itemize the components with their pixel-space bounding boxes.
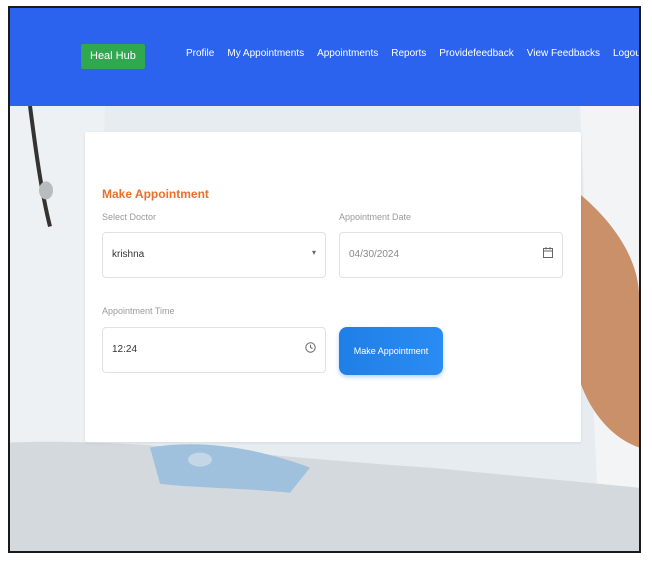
calendar-icon[interactable] <box>543 247 553 261</box>
chevron-down-icon: ▾ <box>311 248 316 257</box>
form-title: Make Appointment <box>102 187 209 201</box>
nav-links: Profile My Appointments Appointments Rep… <box>186 48 639 59</box>
time-input-value: 12:24 <box>112 344 138 355</box>
date-input[interactable]: 04/30/2024 <box>339 232 563 278</box>
time-label: Appointment Time <box>102 306 175 316</box>
doctor-select-value: krishna <box>112 249 145 260</box>
doctor-select[interactable]: krishna ▾ <box>102 232 326 278</box>
brand-logo[interactable]: Heal Hub <box>81 44 145 69</box>
appointment-form-card: Make Appointment Select Doctor krishna ▾… <box>85 132 581 442</box>
nav-link-logout[interactable]: Logout <box>613 48 639 59</box>
top-navbar: Heal Hub Profile My Appointments Appoint… <box>10 8 639 106</box>
nav-link-view-feedbacks[interactable]: View Feedbacks <box>527 48 600 59</box>
browser-frame: Heal Hub Profile My Appointments Appoint… <box>8 6 641 553</box>
nav-link-appointments[interactable]: Appointments <box>317 48 378 59</box>
nav-link-profile[interactable]: Profile <box>186 48 214 59</box>
nav-link-reports[interactable]: Reports <box>391 48 426 59</box>
date-input-value: 04/30/2024 <box>349 249 400 260</box>
make-appointment-button[interactable]: Make Appointment <box>339 327 443 375</box>
date-label: Appointment Date <box>339 212 412 222</box>
clock-icon[interactable] <box>305 342 316 356</box>
nav-link-providefeedback[interactable]: Providefeedback <box>439 48 514 59</box>
time-input[interactable]: 12:24 <box>102 327 326 373</box>
nav-link-my-appointments[interactable]: My Appointments <box>227 48 304 59</box>
doctor-label: Select Doctor <box>102 212 157 222</box>
